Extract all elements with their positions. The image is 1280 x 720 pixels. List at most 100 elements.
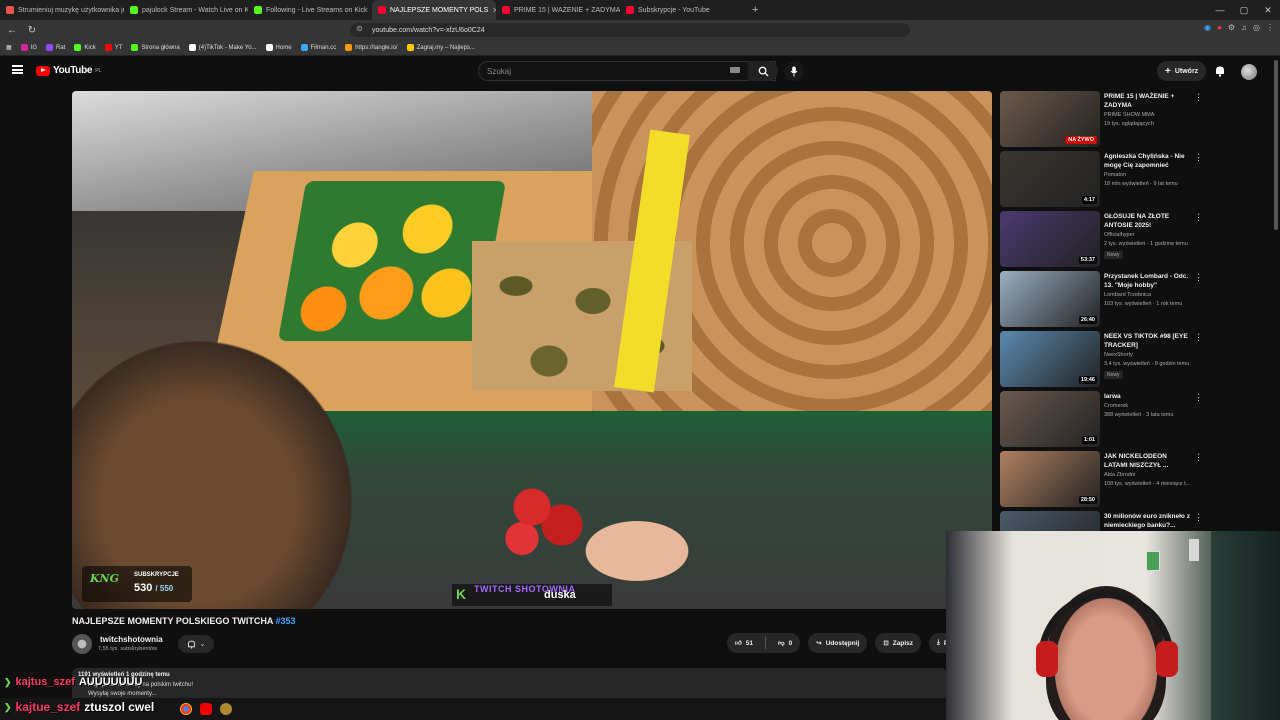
minimize-icon[interactable]: — [1208, 0, 1232, 20]
youtube-play-icon [36, 65, 50, 76]
browser-tab[interactable]: pajulock Stream - Watch Live on Kick [124, 0, 248, 20]
url-text: youtube.com/watch?v=-xfzU6o0C24 [372, 26, 485, 34]
recommended-title[interactable]: 30 milionów euro znikneło z niemieckiego… [1104, 512, 1192, 530]
channel-subscriber-count: 7,55 tys. subskrybentów [98, 646, 158, 652]
video-thumbnail[interactable]: 28:50 [1000, 451, 1100, 507]
chevron-icon: ❯ [4, 676, 12, 687]
close-icon[interactable]: ✕ [1256, 0, 1280, 20]
bookmark-item[interactable]: (4)TikTok - Make Yo... [188, 44, 257, 51]
bookmark-item[interactable]: Kick [74, 44, 96, 51]
voice-search-button[interactable] [784, 61, 804, 81]
extension-icon[interactable]: ● [1217, 23, 1222, 32]
maximize-icon[interactable]: ▢ [1232, 0, 1256, 20]
hamburger-menu-icon[interactable] [12, 65, 23, 74]
youtube-logo[interactable]: YouTube PL [36, 65, 101, 76]
reload-icon[interactable]: ↻ [24, 25, 40, 36]
address-bar[interactable]: ⊜ youtube.com/watch?v=-xfzU6o0C24 [350, 23, 910, 37]
page-scrollbar[interactable] [1274, 60, 1278, 230]
bookmark-item[interactable]: IG [20, 44, 37, 51]
recommended-video[interactable]: 28:50 JAK NICKELODEON LATAMI NISZCZYŁ ...… [1000, 451, 1272, 511]
recommended-video[interactable]: 1:01 larwa Cromerek 388 wyświetleń · 3 lata… [1000, 391, 1272, 451]
more-options-icon[interactable]: ⋮ [1194, 273, 1203, 282]
search-button[interactable] [748, 61, 778, 81]
recommended-title[interactable]: Przystanek Lombard - Odc. 13. "Moje hobb… [1104, 272, 1192, 290]
menu-icon[interactable]: ⋮ [1266, 23, 1274, 32]
extension-icon[interactable]: ◉ [1204, 23, 1211, 32]
more-options-icon[interactable]: ⋮ [1194, 513, 1203, 522]
recommended-video[interactable]: 19:46 NEEX VS TIKTOK #98 [EYE TRACKER] Nee… [1000, 331, 1272, 391]
bookmark-item[interactable]: Zagraj.my – Najleps... [406, 44, 475, 51]
browser-tab[interactable]: NAJLEPSZE MOMENTY POLS ✕ [372, 0, 496, 20]
recommended-title[interactable]: GŁOSUJE NA ZŁOTE ANTOSIE 2025! [1104, 212, 1192, 230]
bookmark-item[interactable]: https://tangle.io/ [345, 44, 398, 51]
extension-icon[interactable]: ⚙ [1228, 23, 1235, 32]
dislike-button[interactable]: 👎︎ 0 [770, 633, 800, 653]
recommended-title[interactable]: PRIME 15 | WAŻENIE + ZADYMA [1104, 92, 1192, 110]
more-options-icon[interactable]: ⋮ [1194, 93, 1203, 102]
tab-favicon-icon [502, 6, 510, 14]
video-thumbnail[interactable]: 4:17 [1000, 151, 1100, 207]
notifications-bell-icon[interactable] [1214, 65, 1226, 77]
create-button[interactable]: + Utwórz [1157, 61, 1207, 81]
recommended-video[interactable]: 4:17 Agnieszka Chylińska - Nie mogę Cię z… [1000, 151, 1272, 211]
browser-tab[interactable]: Following - Live Streams on Kick [248, 0, 372, 20]
recommended-title[interactable]: JAK NICKELODEON LATAMI NISZCZYŁ ... [1104, 452, 1192, 470]
more-options-icon[interactable]: ⋮ [1194, 213, 1203, 222]
more-options-icon[interactable]: ⋮ [1194, 393, 1203, 402]
more-options-icon[interactable]: ⋮ [1194, 453, 1203, 462]
headset-earcup [1156, 641, 1178, 677]
browser-tab[interactable]: Strumieniuj muzykę użytkownika jnu [0, 0, 124, 20]
recommended-video[interactable]: NA ŻYWO PRIME 15 | WAŻENIE + ZADYMA PRIME … [1000, 91, 1272, 151]
site-info-icon[interactable]: ⊜ [356, 24, 363, 33]
webcam-overlay [946, 531, 1280, 720]
more-options-icon[interactable]: ⋮ [1194, 153, 1203, 162]
recommended-channel[interactable]: Akta Zbrodni [1104, 472, 1135, 478]
recommended-title[interactable]: NEEX VS TIKTOK #98 [EYE TRACKER] [1104, 332, 1192, 350]
app-icon[interactable] [220, 703, 232, 715]
recommended-title[interactable]: Agnieszka Chylińska - Nie mogę Cię zapom… [1104, 152, 1192, 170]
video-thumbnail[interactable]: 53:37 [1000, 211, 1100, 267]
headset-icon [1038, 591, 1174, 671]
recommended-channel[interactable]: NeexShorty [1104, 352, 1133, 358]
recommended-video[interactable]: 53:37 GŁOSUJE NA ZŁOTE ANTOSIE 2025! Offic… [1000, 211, 1272, 271]
bookmark-item[interactable]: Strona główna [131, 44, 180, 51]
extension-icon[interactable]: ♫ [1241, 23, 1247, 32]
recommended-channel[interactable]: Cromerek [1104, 403, 1128, 409]
like-button[interactable]: 👍︎ 51 [727, 633, 761, 653]
recommended-channel[interactable]: Pomaton [1104, 172, 1126, 178]
recommended-channel[interactable]: PRIME SHOW MMA [1104, 112, 1154, 118]
bookmark-item[interactable]: Filman.cc [300, 44, 336, 51]
browser-tab[interactable]: Subskrypcje - YouTube [620, 0, 744, 20]
subscription-bell-button[interactable]: ⌄ [178, 635, 214, 653]
apps-icon[interactable]: ▦ [6, 44, 12, 51]
channel-name[interactable]: twitchshotownia [100, 635, 163, 644]
keyboard-icon[interactable] [730, 67, 740, 73]
recommended-video[interactable]: 26:40 Przystanek Lombard - Odc. 13. "Moje… [1000, 271, 1272, 331]
profile-icon[interactable]: ◎ [1253, 23, 1260, 32]
video-thumbnail[interactable]: 26:40 [1000, 271, 1100, 327]
tab-favicon-icon [626, 6, 634, 14]
duration-badge: 26:40 [1078, 316, 1097, 324]
bookmark-item[interactable]: Home [265, 44, 292, 51]
browser-tab[interactable]: PRIME 15 | WAŻENIE + ZADYMA - Yo [496, 0, 620, 20]
chrome-icon[interactable] [180, 703, 192, 715]
bookmark-favicon-icon [300, 44, 308, 51]
hashtag-link[interactable]: #353 [276, 616, 296, 626]
new-tab-button[interactable]: + [744, 4, 766, 16]
youtube-icon[interactable] [200, 703, 212, 715]
video-thumbnail[interactable]: NA ŻYWO [1000, 91, 1100, 147]
channel-avatar[interactable] [72, 634, 92, 654]
recommended-channel[interactable]: Lombard Trzebnica [1104, 292, 1151, 298]
share-button[interactable]: ↪ Udostępnij [808, 633, 868, 653]
back-icon[interactable]: ← [4, 25, 20, 36]
recommended-channel[interactable]: Officialhyper [1104, 232, 1134, 238]
recommended-title[interactable]: larwa [1104, 392, 1192, 401]
bookmark-item[interactable]: YT [104, 44, 122, 51]
more-options-icon[interactable]: ⋮ [1194, 333, 1203, 342]
video-player[interactable]: KNG SUBSKRYPCJE 530 / 550 K TWITCH SHOTO… [72, 91, 992, 609]
bookmark-item[interactable]: Rat [46, 44, 65, 51]
account-avatar[interactable] [1241, 64, 1257, 80]
save-button[interactable]: ⊡ Zapisz [875, 633, 921, 653]
video-thumbnail[interactable]: 1:01 [1000, 391, 1100, 447]
video-thumbnail[interactable]: 19:46 [1000, 331, 1100, 387]
